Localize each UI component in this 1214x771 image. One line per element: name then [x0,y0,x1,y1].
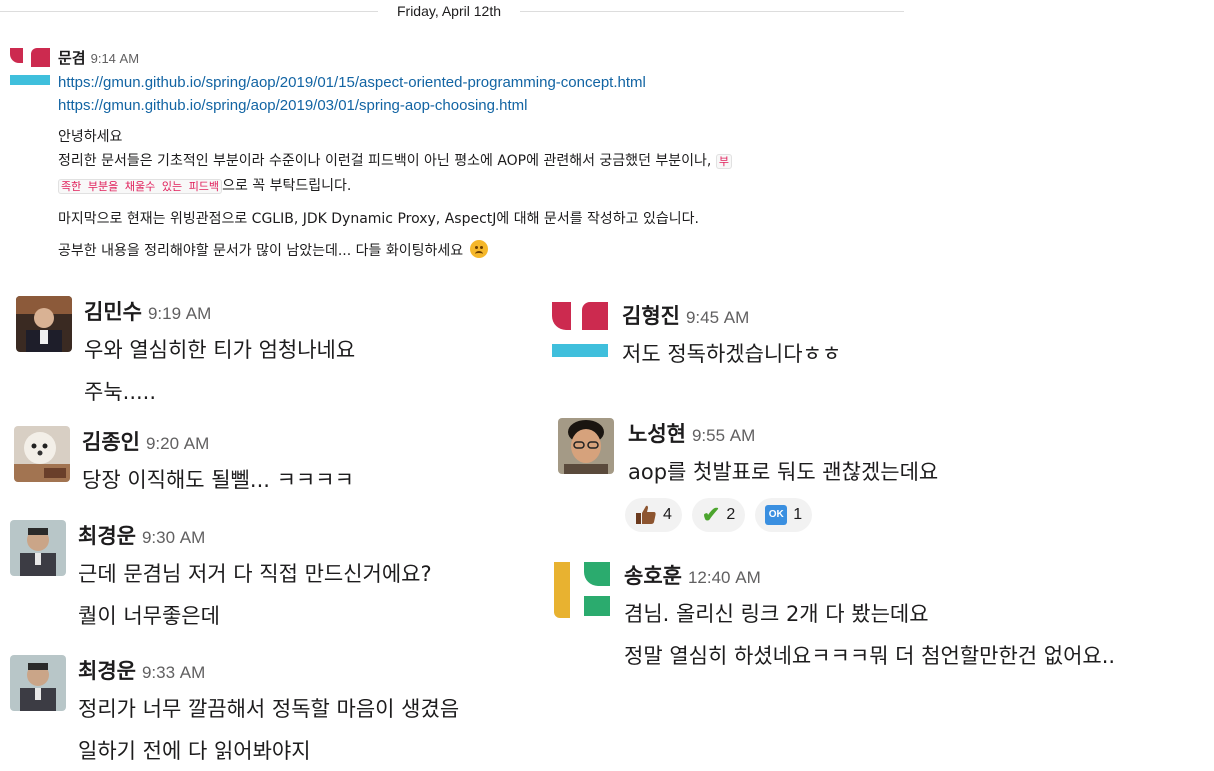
check-mark-icon: ✔ [701,502,721,527]
message: 문겸 9:14 AM https://gmun.github.io/spring/… [10,44,900,274]
reaction-check[interactable]: ✔ 2 [691,498,746,532]
timestamp[interactable]: 9:55 AM [692,426,755,445]
timestamp[interactable]: 9:30 AM [142,528,205,547]
author-name[interactable]: 송호훈 [624,564,682,588]
message-text: 겸님. 올리신 링크 2개 다 봤는데요 [624,602,929,626]
message: 최경운 9:30 AM 근데 문겸님 저거 다 직접 만드신거에요? 퀄이 너무좋… [10,520,530,630]
message-text: 저도 정독하겠습니다ㅎㅎ [622,342,842,366]
divider-line [520,11,904,12]
message-text: 정리가 너무 깔끔해서 정독할 마음이 생겼음 [78,697,460,721]
message-link[interactable]: https://gmun.github.io/spring/aop/2019/0… [58,71,732,94]
message: 김민수 9:19 AM 우와 열심히한 티가 엄청나네요 주눅..... [16,296,516,406]
message-text: 마지막으로 현재는 위빙관점으로 CGLIB, JDK Dynamic Prox… [58,211,699,227]
message-text: 우와 열심히한 티가 엄청나네요 [84,338,356,362]
timestamp[interactable]: 9:14 AM [91,51,139,66]
avatar[interactable] [10,520,66,576]
timestamp[interactable]: 9:33 AM [142,663,205,682]
message: 송호훈 12:40 AM 겸님. 올리신 링크 2개 다 봤는데요 정말 열심히 … [554,560,1214,670]
avatar[interactable] [10,655,66,711]
message-text: 퀄이 너무좋은데 [78,604,220,628]
author-name[interactable]: 최경운 [78,524,136,548]
message-text: 정리한 문서들은 기초적인 부분이라 수준이나 이런걸 피드백이 아닌 평소에 … [58,149,732,174]
timestamp[interactable]: 9:45 AM [686,308,749,327]
avatar[interactable] [554,560,612,620]
avatar[interactable] [558,418,614,474]
worried-face-icon [469,240,488,258]
message-text: 안녕하세요 [58,129,123,145]
author-name[interactable]: 김형진 [622,304,680,328]
author-name[interactable]: 최경운 [78,659,136,683]
author-name[interactable]: 김종인 [82,430,140,454]
message: 김형진 9:45 AM 저도 정독하겠습니다ㅎㅎ [552,300,952,370]
message-text: 당장 이직해도 될뻴... ㅋㅋㅋㅋ [82,468,354,492]
message-text: 족한 부분을 채울수 있는 피드백 으로 꼭 부탁드립니다. [58,174,732,199]
ok-button-icon: OK [765,505,788,525]
reaction-thumbs-up[interactable]: 4 [625,498,682,532]
message: 최경운 9:33 AM 정리가 너무 깔끔해서 정독할 마음이 생겼음 일하기 전… [10,655,570,763]
message-text: 일하기 전에 다 읽어봐야지 [78,739,311,763]
reaction-ok[interactable]: OK 1 [755,498,813,532]
author-name[interactable]: 문겸 [58,49,86,67]
avatar[interactable] [16,296,72,352]
inline-code: 족한 부분을 채울수 있는 피드백 [58,179,223,194]
message-link[interactable]: https://gmun.github.io/spring/aop/2019/0… [58,94,732,117]
timestamp[interactable]: 9:19 AM [148,304,211,323]
avatar[interactable] [552,300,608,360]
author-name[interactable]: 노성현 [628,422,686,446]
reaction-count: 1 [793,506,803,523]
author-name[interactable]: 김민수 [84,300,142,324]
divider-line [0,11,378,12]
message: 노성현 9:55 AM aop를 첫발표로 둬도 괜찮겠는데요 4 ✔ 2 OK … [558,418,1018,538]
message: 김종인 9:20 AM 당장 이직해도 될뻴... ㅋㅋㅋㅋ [14,426,514,506]
message-text: aop를 첫발표로 둬도 괜찮겠는데요 [628,460,939,484]
message-text: 근데 문겸님 저거 다 직접 만드신거에요? [78,562,432,586]
reaction-bar: 4 ✔ 2 OK 1 [625,498,938,532]
avatar[interactable] [10,44,50,85]
message-text-segment: 공부한 내용을 정리해야할 문서가 많이 남았는데... 다들 화이팅하세요 [58,243,464,259]
timestamp[interactable]: 9:20 AM [146,434,209,453]
message-text: 정말 열심히 하셨네요ㅋㅋㅋ뭐 더 첨언할만한건 없어요.. [624,644,1116,668]
message-text: 공부한 내용을 정리해야할 문서가 많이 남았는데... 다들 화이팅하세요 [58,239,732,263]
timestamp[interactable]: 12:40 AM [688,568,761,587]
message-text-segment: 정리한 문서들은 기초적인 부분이라 수준이나 이런걸 피드백이 아닌 평소에 … [58,153,712,169]
thumbs-up-icon [635,504,657,526]
reaction-count: 4 [663,506,672,523]
message-text: 주눅..... [84,380,157,404]
day-divider-label[interactable]: Friday, April 12th [378,3,520,19]
day-divider: Friday, April 12th [0,0,904,24]
inline-code: 부 [715,154,732,169]
avatar[interactable] [14,426,70,482]
message-text-segment: 으로 꼭 부탁드립니다. [222,178,352,194]
reaction-count: 2 [726,506,736,523]
